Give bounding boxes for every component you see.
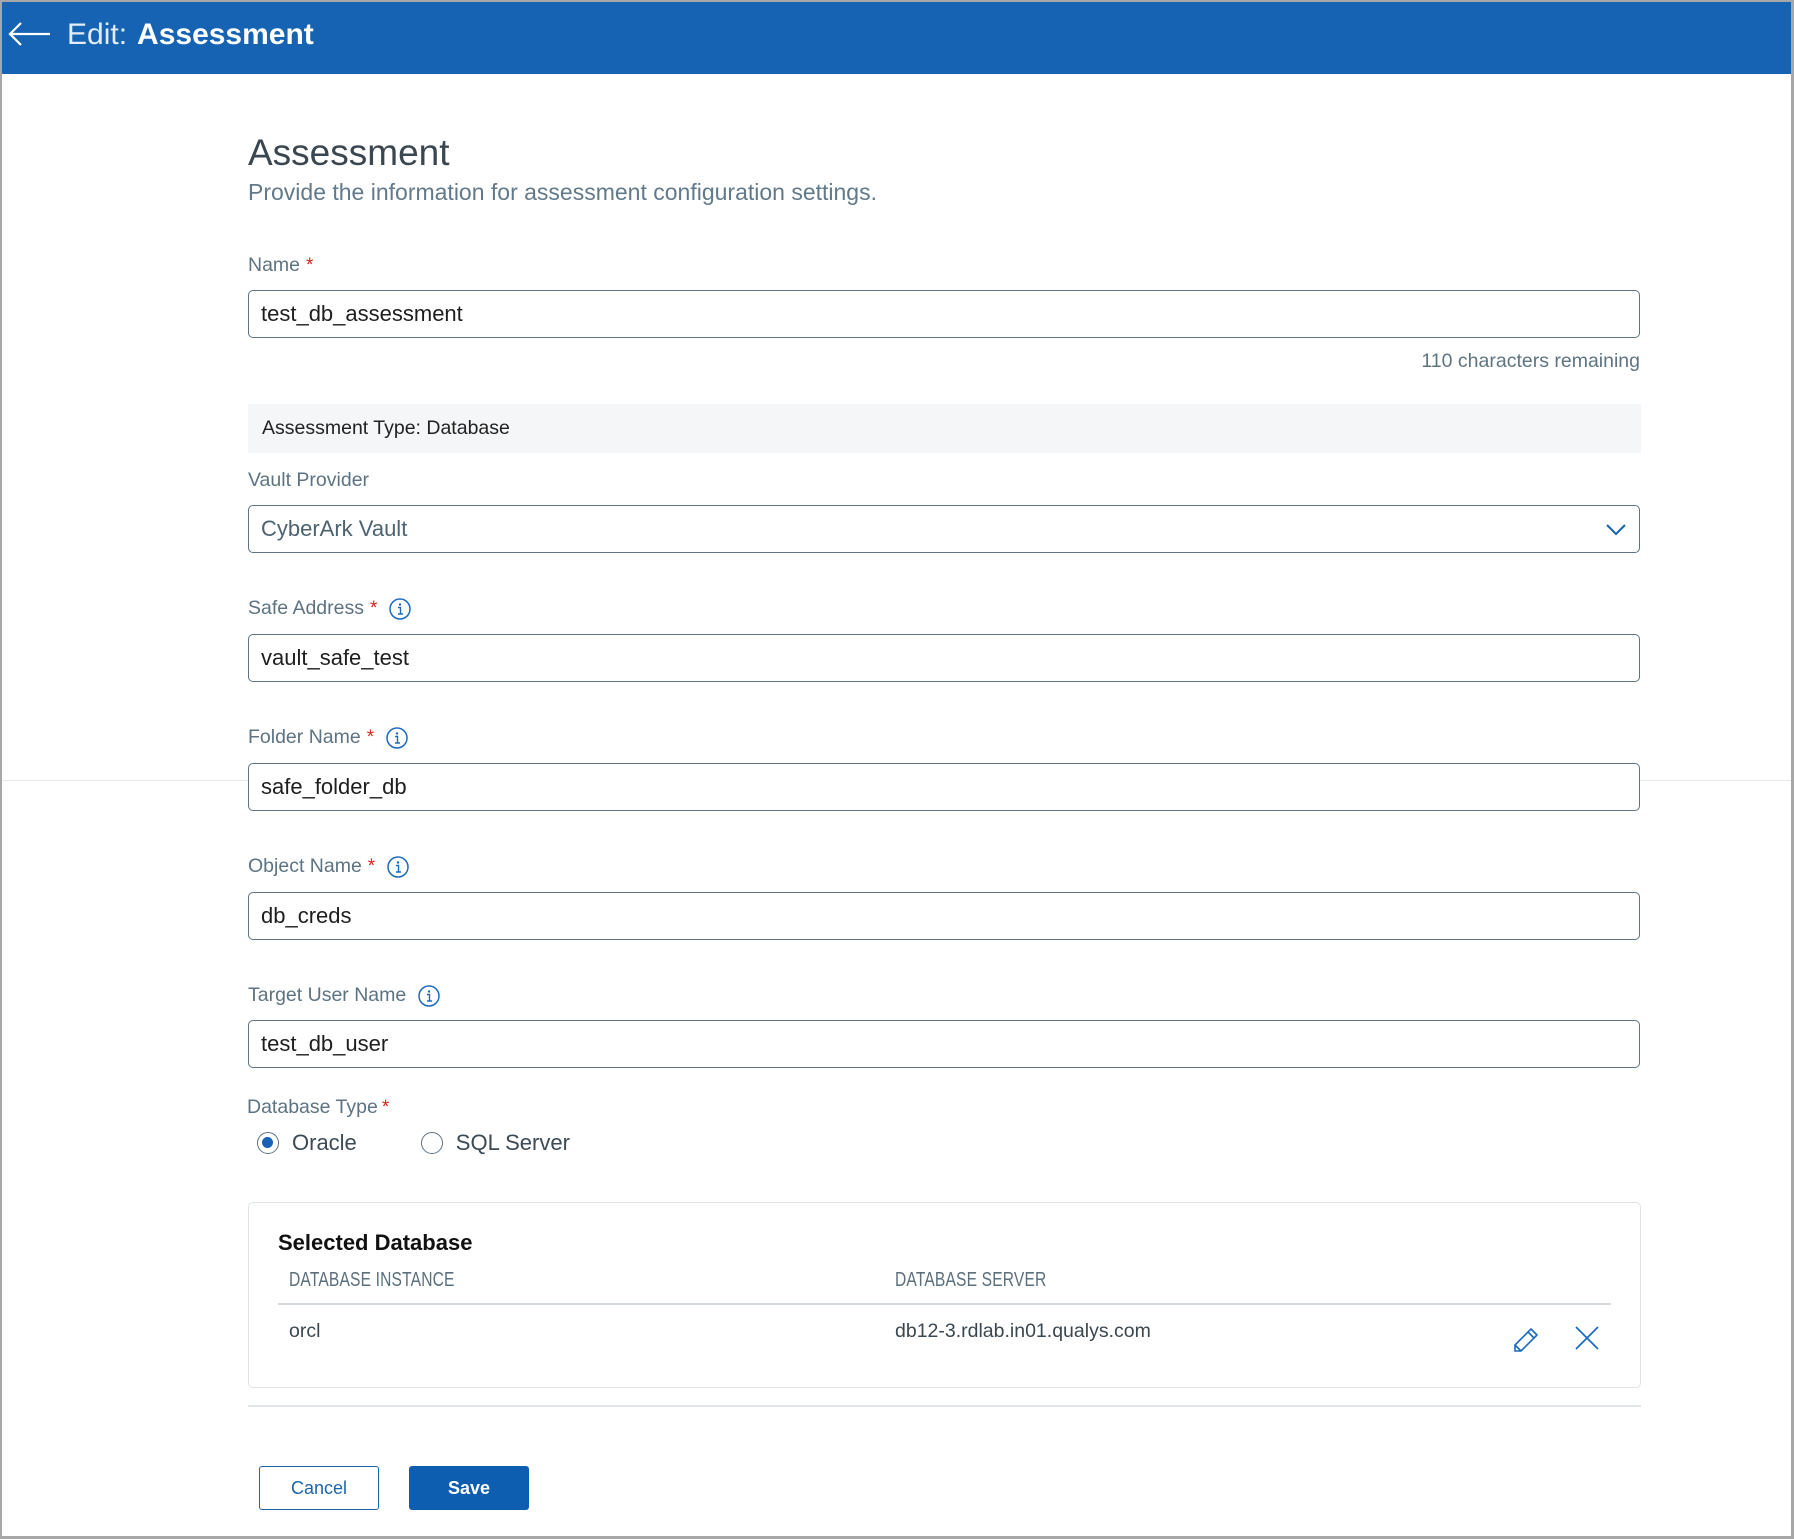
page-header: Edit: Assessment	[0, 0, 1794, 74]
database-type-radio-group: Oracle SQL Server	[257, 1130, 634, 1156]
cell-instance: orcl	[289, 1320, 321, 1342]
name-input-value: test_db_assessment	[261, 301, 463, 326]
arrow-left-icon	[8, 22, 50, 46]
column-header-server: DATABASE SERVER	[895, 1269, 1047, 1291]
assessment-type-bar: Assessment Type: Database	[248, 404, 1641, 453]
radio-unchecked-icon[interactable]	[420, 1132, 443, 1154]
name-label-text: Name	[248, 254, 301, 276]
selected-database-card: Selected Database DATABASE INSTANCE DATA…	[248, 1202, 1641, 1388]
radio-sql-server-label: SQL Server	[455, 1130, 570, 1155]
target-user-name-label: Target User Name	[248, 984, 440, 1007]
target-user-name-input[interactable]: test_db_user	[248, 1020, 1640, 1068]
assessment-type-text: Assessment Type: Database	[262, 417, 510, 439]
folder-name-label: Folder Name *	[248, 726, 408, 749]
object-name-label-text: Object Name	[248, 855, 362, 877]
info-icon[interactable]	[389, 597, 412, 620]
target-user-name-value: test_db_user	[261, 1031, 389, 1056]
required-marker: *	[366, 726, 375, 748]
safe-address-label-text: Safe Address	[248, 597, 364, 619]
page-title: Assessment	[248, 132, 450, 173]
object-name-value: db_creds	[261, 903, 352, 928]
object-name-label: Object Name *	[248, 855, 409, 878]
vault-provider-select[interactable]: CyberArk Vault	[248, 505, 1640, 553]
safe-address-value: vault_safe_test	[261, 645, 409, 670]
target-user-name-label-text: Target User Name	[248, 984, 407, 1006]
name-input[interactable]: test_db_assessment	[248, 290, 1640, 338]
object-name-input[interactable]: db_creds	[248, 892, 1640, 940]
required-marker: *	[367, 855, 376, 877]
info-icon[interactable]	[418, 984, 440, 1007]
cell-server: db12-3.rdlab.in01.qualys.com	[895, 1320, 1151, 1342]
cancel-button[interactable]: Cancel	[259, 1466, 379, 1510]
radio-oracle-label: Oracle	[292, 1130, 357, 1155]
vault-provider-value: CyberArk Vault	[261, 516, 408, 541]
header-prefix: Edit:	[67, 18, 128, 51]
selected-database-title: Selected Database	[278, 1230, 473, 1255]
chars-remaining: 110 characters remaining	[1421, 350, 1640, 372]
header-title: Edit: Assessment	[67, 18, 314, 52]
column-header-instance: DATABASE INSTANCE	[289, 1269, 455, 1291]
chevron-down-icon	[1606, 524, 1626, 536]
required-marker: *	[306, 254, 314, 276]
name-label: Name *	[248, 254, 313, 277]
folder-name-label-text: Folder Name	[248, 726, 361, 748]
safe-address-label: Safe Address *	[248, 597, 412, 620]
vault-provider-label: Vault Provider	[248, 469, 369, 492]
info-icon[interactable]	[387, 855, 409, 878]
save-button[interactable]: Save	[409, 1466, 529, 1510]
radio-sql-server[interactable]: SQL Server	[420, 1130, 570, 1156]
table-header-divider	[278, 1303, 1611, 1305]
radio-checked-icon[interactable]	[257, 1132, 279, 1154]
close-icon[interactable]	[1571, 1322, 1603, 1354]
back-button[interactable]	[6, 20, 52, 50]
folder-name-input[interactable]: safe_folder_db	[248, 763, 1640, 811]
database-type-label-text: Database Type	[247, 1096, 378, 1118]
database-type-label: Database Type *	[247, 1096, 389, 1119]
safe-address-input[interactable]: vault_safe_test	[248, 634, 1640, 682]
footer-divider	[248, 1405, 1641, 1407]
page-subtitle: Provide the information for assessment c…	[248, 179, 877, 205]
vault-provider-label-text: Vault Provider	[248, 469, 370, 491]
folder-name-value: safe_folder_db	[261, 774, 407, 799]
required-marker: *	[370, 597, 378, 619]
header-entity-name: Assessment	[137, 18, 314, 51]
pencil-icon[interactable]	[1510, 1322, 1542, 1354]
info-icon[interactable]	[386, 726, 408, 749]
radio-oracle[interactable]: Oracle	[257, 1130, 357, 1156]
required-marker: *	[381, 1096, 390, 1118]
